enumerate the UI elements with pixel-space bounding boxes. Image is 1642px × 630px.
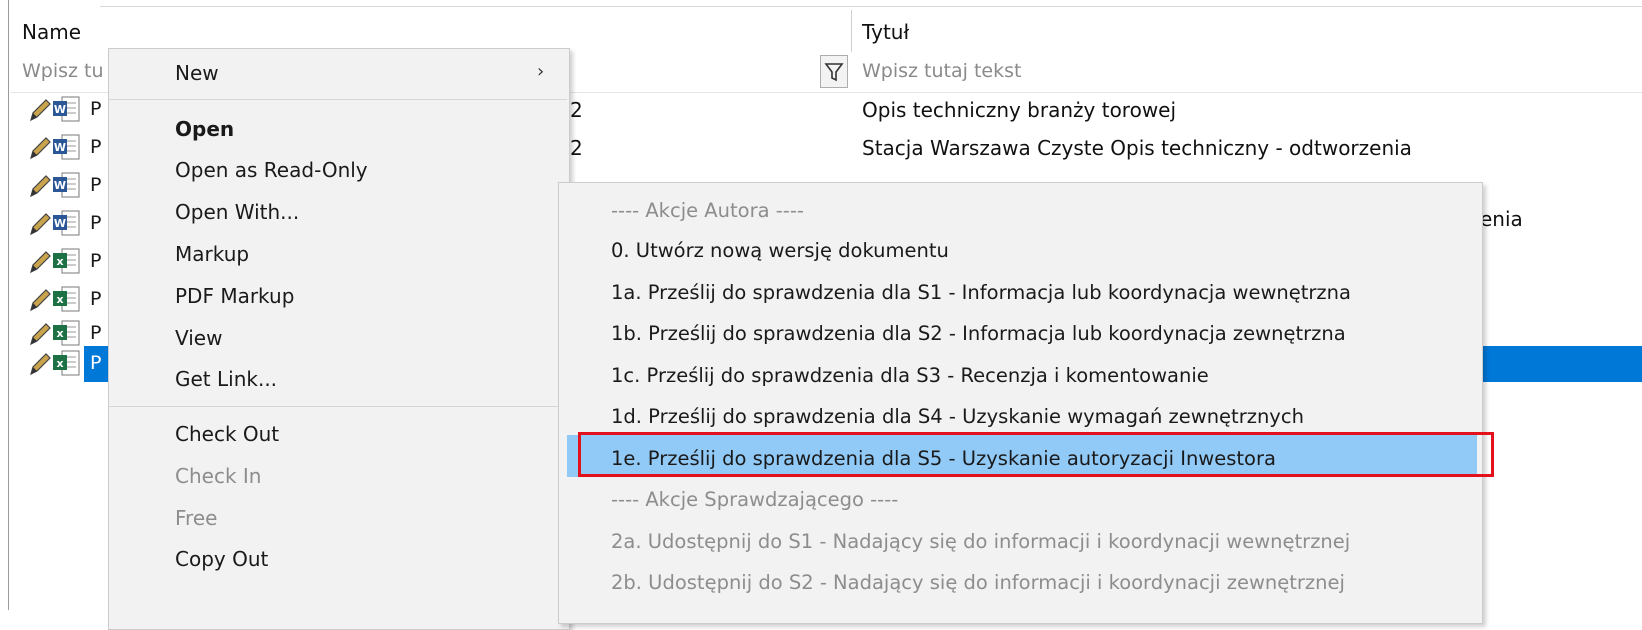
word-document-icon: W xyxy=(53,172,80,198)
excel-document-icon: x xyxy=(53,350,80,376)
row-title-tail: enia xyxy=(1480,207,1523,231)
submenu-item-2b: 2b. Udostępnij do S2 - Nadający się do i… xyxy=(611,571,1345,594)
word-document-icon: W xyxy=(53,96,80,122)
file-name-tail: 2 xyxy=(570,98,583,122)
chevron-right-icon: › xyxy=(537,61,545,82)
word-document-icon: W xyxy=(53,210,80,236)
pencil-icon xyxy=(30,137,51,160)
pencil-icon xyxy=(30,353,51,376)
pencil-icon xyxy=(30,289,51,312)
submenu-item-1a[interactable]: 1a. Prześlij do sprawdzenia dla S1 - Inf… xyxy=(611,281,1351,304)
column-header-name[interactable]: Name xyxy=(22,20,81,44)
svg-text:x: x xyxy=(56,293,63,306)
svg-text:x: x xyxy=(56,327,63,340)
menu-separator xyxy=(109,99,567,100)
menu-item-open-with[interactable]: Open With... xyxy=(175,200,299,224)
submenu-header-author: ---- Akcje Autora ---- xyxy=(611,199,804,222)
pencil-icon xyxy=(30,323,51,346)
title-filter-input[interactable]: Wpisz tutaj tekst xyxy=(862,56,1462,86)
menu-item-free: Free xyxy=(175,506,218,530)
name-filter-input[interactable]: Wpisz tu xyxy=(22,56,112,86)
file-name: P xyxy=(90,136,102,158)
menu-item-markup[interactable]: Markup xyxy=(175,242,249,266)
word-document-icon: W xyxy=(53,134,80,160)
svg-text:W: W xyxy=(54,103,66,116)
menu-separator xyxy=(109,406,567,407)
annotation-highlight-box xyxy=(578,432,1494,477)
file-name: P xyxy=(90,174,102,196)
file-name: P xyxy=(90,352,102,374)
column-separator[interactable] xyxy=(851,10,852,52)
file-title: Opis techniczny branży torowej xyxy=(862,98,1177,122)
submenu-item-1c[interactable]: 1c. Prześlij do sprawdzenia dla S3 - Rec… xyxy=(611,364,1209,387)
menu-item-open-read-only[interactable]: Open as Read-Only xyxy=(175,158,368,182)
svg-text:W: W xyxy=(54,141,66,154)
submenu-item-1d[interactable]: 1d. Prześlij do sprawdzenia dla S4 - Uzy… xyxy=(611,405,1304,428)
submenu-item-2a: 2a. Udostępnij do S1 - Nadający się do i… xyxy=(611,530,1351,553)
menu-item-check-out[interactable]: Check Out xyxy=(175,422,279,446)
file-name: P xyxy=(90,322,102,344)
context-menu: New › Open Open as Read-Only Open With..… xyxy=(108,48,570,630)
submenu-item-new-version[interactable]: 0. Utwórz nową wersję dokumentu xyxy=(611,239,949,262)
svg-text:x: x xyxy=(56,357,63,370)
submenu-header-reviewer: ---- Akcje Sprawdzającego ---- xyxy=(611,488,899,511)
excel-document-icon: x xyxy=(53,320,80,346)
pencil-icon xyxy=(30,251,51,274)
file-name: P xyxy=(90,288,102,310)
svg-text:W: W xyxy=(54,179,66,192)
svg-text:x: x xyxy=(56,255,63,268)
pencil-icon xyxy=(30,99,51,122)
file-title: Stacja Warszawa Czyste Opis techniczny -… xyxy=(862,136,1412,160)
menu-item-check-in: Check In xyxy=(175,464,262,488)
svg-text:W: W xyxy=(54,217,66,230)
workflow-submenu: ---- Akcje Autora ---- 0. Utwórz nową we… xyxy=(558,182,1483,624)
file-name: P xyxy=(90,250,102,272)
window-left-border xyxy=(8,0,9,610)
menu-item-view[interactable]: View xyxy=(175,326,222,350)
excel-document-icon: x xyxy=(53,248,80,274)
pencil-icon xyxy=(30,213,51,236)
submenu-item-1b[interactable]: 1b. Prześlij do sprawdzenia dla S2 - Inf… xyxy=(611,322,1346,345)
pencil-icon xyxy=(30,175,51,198)
menu-item-new[interactable]: New xyxy=(175,61,219,85)
menu-item-open[interactable]: Open xyxy=(175,117,234,141)
menu-item-get-link[interactable]: Get Link... xyxy=(175,367,277,391)
menu-item-pdf-markup[interactable]: PDF Markup xyxy=(175,284,294,308)
file-name: P xyxy=(90,98,102,120)
excel-document-icon: x xyxy=(53,286,80,312)
top-divider xyxy=(100,6,1642,7)
file-name: P xyxy=(90,212,102,234)
menu-item-copy-out[interactable]: Copy Out xyxy=(175,547,268,571)
file-name-tail: 2 xyxy=(570,136,583,160)
column-header-title[interactable]: Tytuł xyxy=(862,20,909,44)
filter-funnel-icon[interactable] xyxy=(820,55,848,88)
